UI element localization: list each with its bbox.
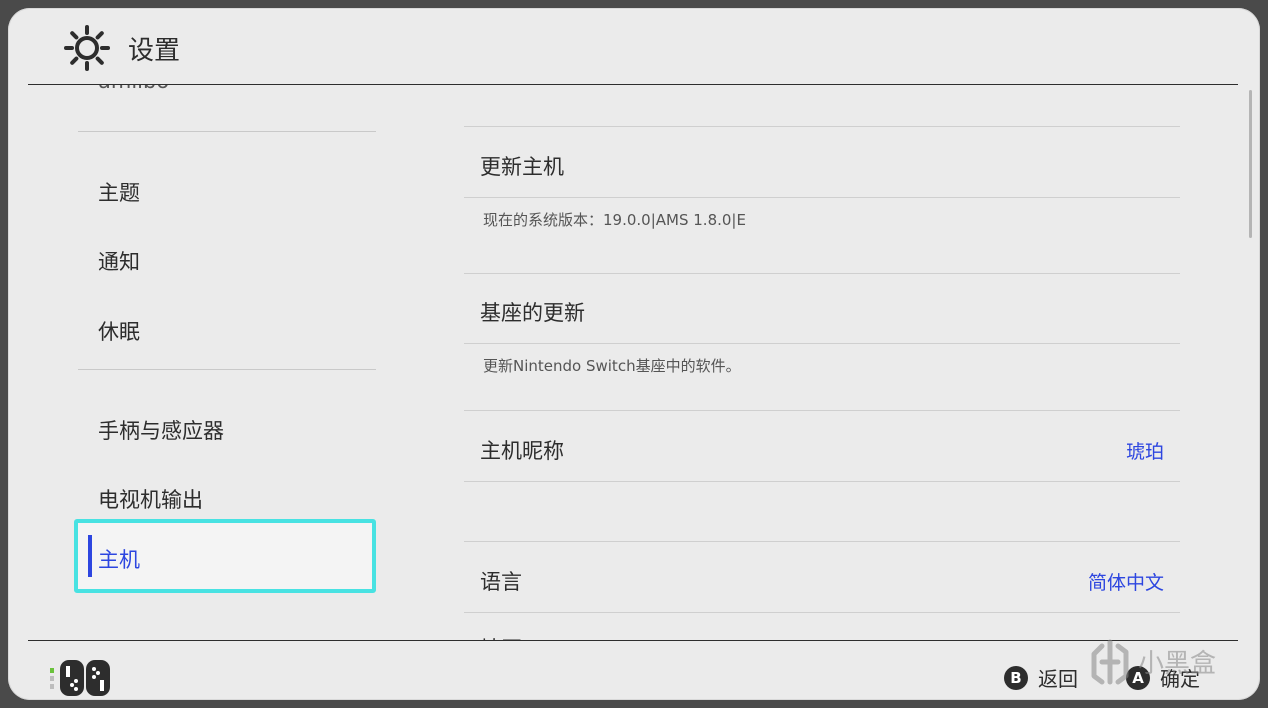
sidebar-item-label: 主机 [98, 548, 140, 572]
row-description: 现在的系统版本：19.0.0|AMS 1.8.0|E [483, 211, 746, 229]
sidebar-item-system[interactable]: 主机 [74, 519, 376, 593]
settings-list: 更新主机 现在的系统版本：19.0.0|AMS 1.8.0|E 基座的更新 更新… [464, 85, 1180, 640]
list-divider [464, 612, 1180, 613]
sidebar-item-tv-output[interactable]: 电视机输出 [98, 484, 203, 514]
row-region[interactable]: 地区 [480, 633, 522, 640]
row-title: 语言 [480, 570, 522, 594]
sidebar-item-notifications[interactable]: 通知 [98, 246, 140, 276]
sidebar-item-sleep[interactable]: 休眠 [98, 316, 140, 346]
list-divider [464, 273, 1180, 274]
list-divider [464, 197, 1180, 198]
sidebar-item-controllers[interactable]: 手柄与感应器 [98, 415, 224, 445]
controller-icon [50, 660, 110, 696]
settings-screen: 设置 amiibo 主题 通知 休眠 手柄与感应器 电视机输出 主机 更新主机 … [8, 8, 1260, 700]
row-title: 基座的更新 [480, 301, 585, 325]
row-value: 琥珀 [1125, 441, 1164, 463]
b-button-icon: B [1004, 665, 1028, 690]
sidebar-item-theme[interactable]: 主题 [98, 177, 140, 207]
row-value: 简体中文 [1087, 572, 1164, 594]
sidebar-divider [78, 131, 376, 132]
list-divider [464, 481, 1180, 482]
list-divider [464, 410, 1180, 411]
watermark-text: 小黑盒 [1138, 649, 1216, 679]
page-title: 设置 [128, 36, 181, 66]
list-divider [464, 343, 1180, 344]
list-divider [464, 541, 1180, 542]
gear-icon [64, 25, 110, 71]
watermark-logo: 小黑盒 [1091, 639, 1216, 685]
sidebar-divider [78, 369, 376, 370]
list-divider [464, 126, 1180, 127]
scrollbar[interactable] [1249, 90, 1252, 238]
sidebar: amiibo 主题 通知 休眠 手柄与感应器 电视机输出 主机 [8, 85, 428, 640]
selection-indicator [88, 535, 92, 577]
row-title: 主机昵称 [480, 439, 564, 463]
row-title: 更新主机 [480, 155, 564, 179]
back-label: 返回 [1038, 667, 1078, 691]
header: 设置 [8, 8, 1260, 85]
sidebar-item-amiibo[interactable]: amiibo [98, 85, 169, 93]
footer: B 返回 A 确定 [8, 641, 1260, 700]
row-description: 更新Nintendo Switch基座中的软件。 [483, 357, 741, 375]
back-button[interactable]: B 返回 [1004, 663, 1078, 692]
